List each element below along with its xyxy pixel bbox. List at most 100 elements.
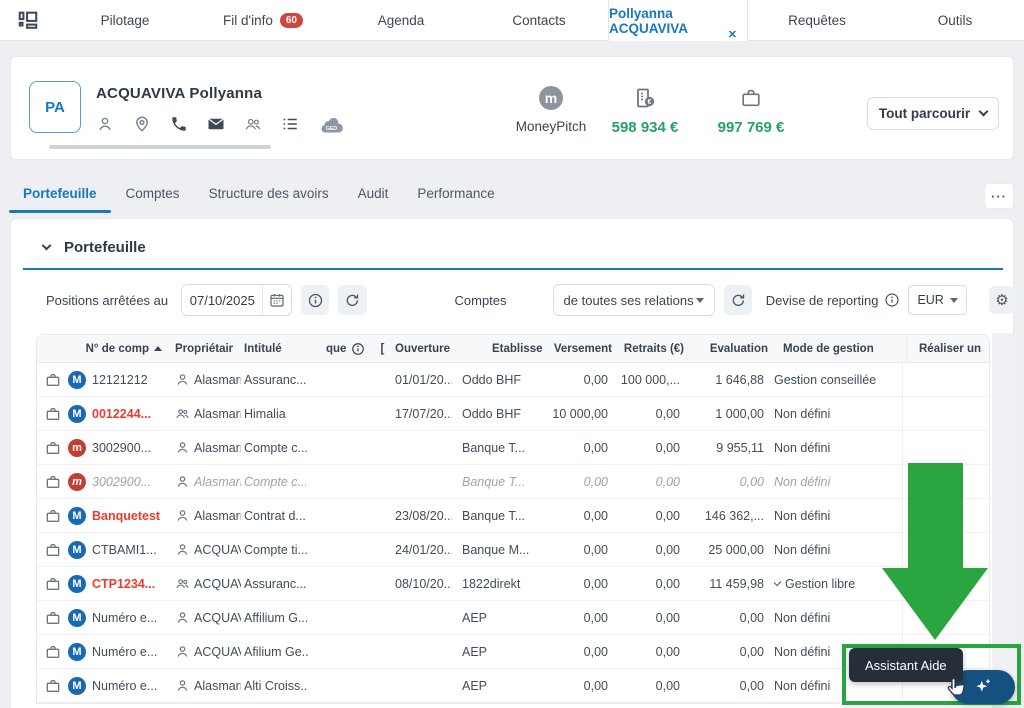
owner-name: Alasmarrr xyxy=(194,678,241,693)
gear-icon[interactable]: ⚙ xyxy=(988,286,1015,314)
more-options-button[interactable]: ··· xyxy=(984,183,1014,209)
account-number-link[interactable]: Numéro e... xyxy=(92,611,162,625)
account-title: Himalia xyxy=(244,406,286,421)
provider-badge: M xyxy=(68,574,86,593)
account-number-link[interactable]: 3002900... xyxy=(92,441,162,455)
relations-select[interactable]: de toutes ses relations xyxy=(552,284,715,316)
refresh-accounts-button[interactable] xyxy=(723,285,752,315)
browse-all-button[interactable]: Tout parcourir xyxy=(867,97,999,130)
provider-badge: m xyxy=(68,472,86,491)
portfolio-assets-stat[interactable]: 997 769 € xyxy=(691,85,811,136)
account-number-link[interactable]: CTP1234... xyxy=(92,577,162,591)
nav-tab-client-active[interactable]: Pollyanna ACQUAVIVA ✕ xyxy=(608,0,748,41)
tab-portefeuille[interactable]: Portefeuille xyxy=(9,186,110,213)
provider-letter: M xyxy=(72,645,82,658)
withdrawals: 0,00 xyxy=(655,508,680,523)
refresh-positions-button[interactable] xyxy=(338,285,367,315)
account-title: Compte c... xyxy=(244,474,308,489)
table-row[interactable]: M CTBAMI1... ACQUAVI Compte ti... 24/01/… xyxy=(37,533,989,567)
table-header: N° de comp Propriétair Intitulé que [ Ou… xyxy=(37,335,989,363)
nav-item-fil-dinfo[interactable]: Fil d'info 60 xyxy=(194,0,332,40)
calendar-icon[interactable] xyxy=(263,285,291,315)
account-number-link[interactable]: 0012244... xyxy=(92,407,162,421)
sort-asc-icon xyxy=(154,346,162,351)
deposits: 0,00 xyxy=(583,576,608,591)
account-number-link[interactable]: Banquetest xyxy=(92,509,162,523)
account-title: Assuranc... xyxy=(244,576,307,591)
tab-audit[interactable]: Audit xyxy=(358,186,389,203)
tab-performance[interactable]: Performance xyxy=(417,186,494,203)
opening-date: 24/01/20... xyxy=(395,542,452,557)
account-number-link[interactable]: 12121212 xyxy=(92,373,162,387)
nav-item-requetes[interactable]: Requêtes xyxy=(748,0,886,40)
info-icon[interactable] xyxy=(351,342,365,356)
header-opening[interactable]: Ouverture xyxy=(390,343,452,355)
header-valuation[interactable]: Evaluation xyxy=(686,343,768,355)
provider-badge: M xyxy=(68,676,86,695)
header-title[interactable]: Intitulé xyxy=(244,343,308,355)
account-number-link[interactable]: CTBAMI1... xyxy=(92,543,162,557)
provider-letter: m xyxy=(72,441,82,454)
table-row[interactable]: M CTP1234... ACQUAVI Assuranc... 08/10/2… xyxy=(37,567,989,601)
header-management[interactable]: Mode de gestion xyxy=(778,343,906,355)
table-row[interactable]: M Banquetest Alasmarrr Contrat d... 23/0… xyxy=(37,499,989,533)
account-number-link[interactable]: Numéro e... xyxy=(92,645,162,659)
group-icon[interactable] xyxy=(244,115,262,133)
envelope-icon[interactable] xyxy=(207,115,225,133)
deposits: 0,00 xyxy=(583,542,608,557)
positions-date-picker[interactable]: 07/10/2025 xyxy=(181,284,293,316)
table-row[interactable]: m 3002900... Alasmarrr Compte c... Banqu… xyxy=(37,465,989,499)
portfolio-panel: Portefeuille Positions arrêtées au 07/10… xyxy=(10,218,1018,708)
account-number-link[interactable]: 3002900... xyxy=(92,475,162,489)
contact-actions: GED xyxy=(96,113,344,135)
person-icon xyxy=(175,474,190,489)
owner-name: ACQUAVI xyxy=(194,644,241,659)
app-logo-icon[interactable] xyxy=(0,0,56,40)
withdrawals: 0,00 xyxy=(655,474,680,489)
provider-letter: M xyxy=(72,577,82,590)
header-risk[interactable]: que [ xyxy=(312,342,390,356)
date-input[interactable]: 07/10/2025 xyxy=(182,293,262,308)
account-number-link[interactable]: Numéro e... xyxy=(92,679,162,693)
nav-item-agenda[interactable]: Agenda xyxy=(332,0,470,40)
table-row[interactable]: m 3002900... Alasmarrr Compte c... Banqu… xyxy=(37,431,989,465)
provider-letter: m xyxy=(72,475,82,488)
chevron-down-icon[interactable] xyxy=(774,577,782,587)
account-title: Contrat d... xyxy=(244,508,306,523)
phone-icon[interactable] xyxy=(170,115,188,133)
currency-select[interactable]: EUR xyxy=(908,285,967,315)
table-row[interactable]: M Numéro e... ACQUAVI Affilium G... AEP … xyxy=(37,601,989,635)
withdrawals: 0,00 xyxy=(655,406,680,421)
header-action[interactable]: Réaliser un xyxy=(906,335,989,362)
provider-letter: M xyxy=(72,611,82,624)
ged-cloud-icon[interactable]: GED xyxy=(318,115,344,133)
nav-item-outils[interactable]: Outils xyxy=(886,0,1024,40)
info-icon[interactable] xyxy=(884,292,900,308)
person-icon xyxy=(175,508,190,523)
tab-structure-des-avoirs[interactable]: Structure des avoirs xyxy=(209,186,329,203)
provider-badge: M xyxy=(68,540,86,559)
header-owner[interactable]: Propriétair xyxy=(175,343,241,355)
table-row[interactable]: M 12121212 Alasmarrr Assuranc... 01/01/2… xyxy=(37,363,989,397)
location-pin-icon[interactable] xyxy=(133,115,151,133)
tab-comptes[interactable]: Comptes xyxy=(126,186,180,203)
section-divider xyxy=(23,268,1003,270)
table-row[interactable]: M 0012244... Alasmarrr Himalia 17/07/20.… xyxy=(37,397,989,431)
icons-scrollbar[interactable] xyxy=(49,145,271,149)
collapse-chevron-icon[interactable] xyxy=(41,240,52,251)
management-mode: Non défini xyxy=(774,406,831,421)
checklist-icon[interactable] xyxy=(281,115,299,133)
person-icon[interactable] xyxy=(96,115,114,133)
close-icon[interactable]: ✕ xyxy=(728,28,737,41)
nav-item-contacts[interactable]: Contacts xyxy=(470,0,608,40)
management-mode: Non défini xyxy=(774,644,831,659)
info-button[interactable] xyxy=(301,285,330,315)
bank-assets-stat[interactable]: € 598 934 € xyxy=(585,85,705,136)
nav-item-pilotage[interactable]: Pilotage xyxy=(56,0,194,40)
header-deposits[interactable]: Versement xyxy=(544,343,612,355)
header-account[interactable]: N° de comp xyxy=(45,343,162,355)
management-mode: Non défini xyxy=(774,508,831,523)
institution: Oddo BHF xyxy=(462,406,522,421)
header-institution[interactable]: Etablissem xyxy=(462,343,542,355)
header-withdrawals[interactable]: Retraits (€) xyxy=(614,343,684,355)
